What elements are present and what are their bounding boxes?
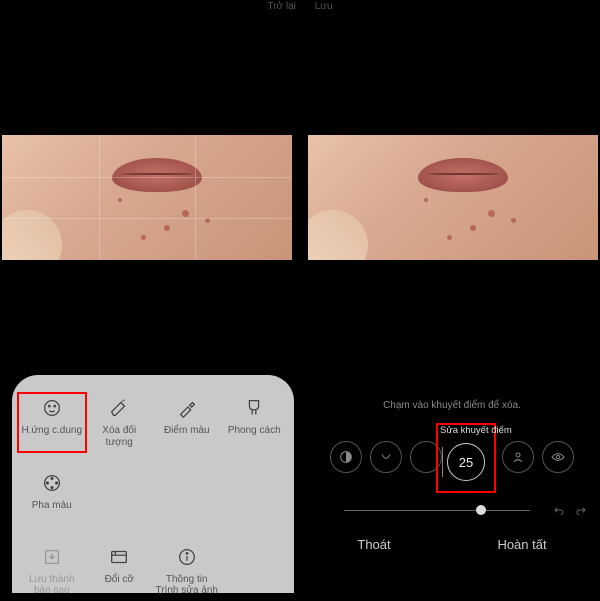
undo-button[interactable] [552,503,566,522]
brush-size-circle[interactable]: 25 [447,443,485,481]
slider-row [304,499,600,523]
tool-label: H.ứng c.dung [21,425,82,437]
brush-icon [243,397,265,419]
back-label[interactable]: Trở lại [267,1,295,12]
effect-options-row: Sửa khuyết điểm 25 [304,423,600,493]
tool-style[interactable]: Phong cách [221,393,289,452]
face-image [2,135,292,260]
spot-fix-panel: Chạm vào khuyết điểm để xóa. Sửa khuyết … [304,375,600,600]
resize-icon [108,546,130,568]
bottom-buttons: Thoát Hoàn tất [304,537,600,552]
option-eye[interactable] [542,441,574,473]
tool-portrait-effects[interactable]: H.ứng c.dung [18,393,86,452]
tool-object-eraser[interactable]: Xóa đối tượng [86,393,154,452]
preview-row [0,135,600,255]
tool-color-mix[interactable]: Pha màu [18,468,86,516]
brush-label: Sửa khuyết điểm [440,425,512,436]
slider-track[interactable] [344,510,530,511]
info-icon [176,546,198,568]
tools-panel: H.ứng c.dung Xóa đối tượng Điểm màu Phon… [12,375,294,593]
tool-label: Phong cách [228,425,281,437]
eyedropper-icon [176,397,198,419]
meta-grid: Lưu thành bản sao Đổi cỡ Thông tin Trình… [18,542,288,601]
undo-redo-group [552,503,588,522]
meta-label: Đổi cỡ [105,574,134,586]
meta-resize[interactable]: Đổi cỡ [86,542,154,601]
palette-icon [41,472,63,494]
option-tone[interactable] [330,441,362,473]
top-header: Trở lại Lưu [0,0,600,18]
exit-button[interactable]: Thoát [357,537,390,552]
done-button[interactable]: Hoàn tất [497,537,546,552]
eraser-icon [108,397,130,419]
option-jaw[interactable] [370,441,402,473]
meta-label: Thông tin Trình sửa ảnh [155,574,219,597]
save-icon [41,546,63,568]
face-image [308,135,598,260]
save-label[interactable]: Lưu [315,1,333,12]
slider-thumb[interactable] [476,505,486,515]
hint-text: Chạm vào khuyết điểm để xóa. [304,400,600,411]
face-icon [41,397,63,419]
tool-label: Xóa đối tượng [88,425,152,448]
tool-label: Điểm màu [164,425,210,437]
meta-save-copy[interactable]: Lưu thành bản sao [18,542,86,601]
preview-before[interactable] [2,135,292,260]
meta-label: Lưu thành bản sao [20,574,84,597]
tool-spot-color[interactable]: Điểm màu [153,393,221,452]
redo-button[interactable] [574,503,588,522]
meta-about[interactable]: Thông tin Trình sửa ảnh [153,542,221,601]
tools-grid: H.ứng c.dung Xóa đối tượng Điểm màu Phon… [18,393,288,516]
preview-after[interactable] [308,135,598,260]
brush-size-value: 25 [459,455,473,470]
tool-label: Pha màu [32,500,72,512]
brush-tick [442,447,443,477]
option-portrait[interactable] [502,441,534,473]
